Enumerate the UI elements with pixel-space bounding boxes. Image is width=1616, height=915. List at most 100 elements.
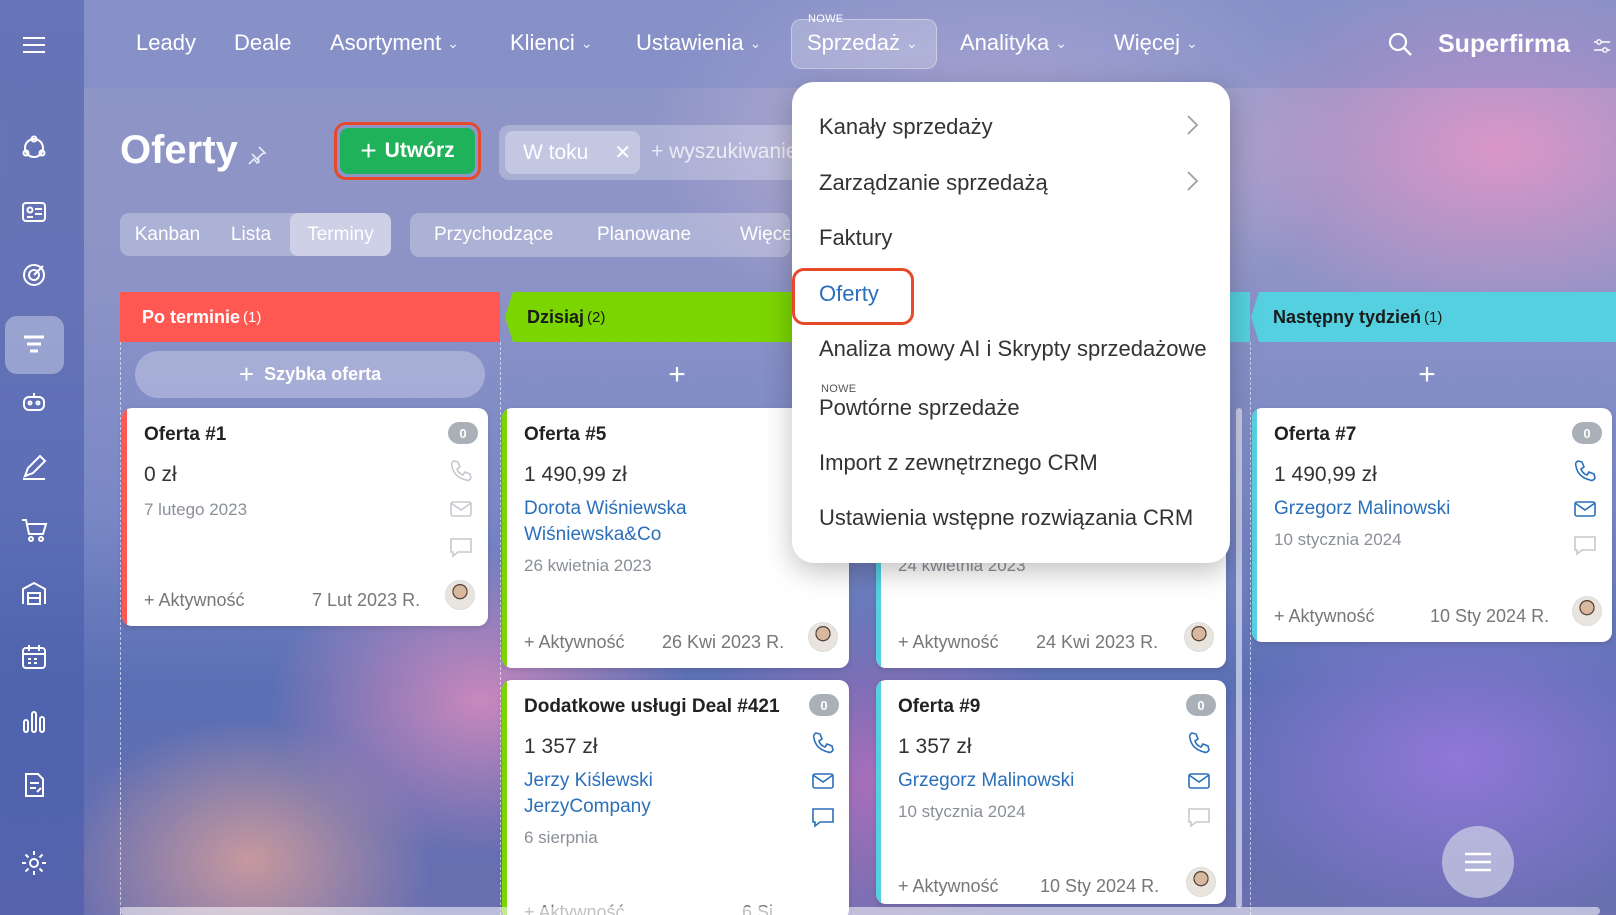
crm-icon[interactable] <box>17 131 51 165</box>
card-title[interactable]: Oferta #9 <box>898 696 980 718</box>
avatar[interactable] <box>1184 622 1214 652</box>
card-company[interactable]: JerzyCompany <box>524 796 651 818</box>
add-activity-link[interactable]: + Aktywność <box>898 876 999 897</box>
chat-icon[interactable] <box>448 534 474 560</box>
phone-icon[interactable] <box>1186 730 1212 756</box>
search-icon[interactable] <box>1387 31 1413 57</box>
card-company[interactable]: Wiśniewska&Co <box>524 524 661 546</box>
avatar[interactable] <box>1186 867 1216 897</box>
cart-icon[interactable] <box>17 513 51 547</box>
card-deadline[interactable]: 24 Kwi 2023 R. <box>1036 632 1158 653</box>
robot-icon[interactable] <box>17 385 51 419</box>
quick-offer-button[interactable]: + Szybka oferta <box>135 351 485 398</box>
tab-planowane[interactable]: Planowane <box>597 213 691 257</box>
nav-item-analityka[interactable]: Analityka ⌄ <box>960 30 1067 56</box>
search-input[interactable]: + wyszukiwanie <box>651 140 797 164</box>
card-title[interactable]: Oferta #5 <box>524 424 606 446</box>
brand-name[interactable]: Superfirma <box>1438 30 1570 59</box>
mail-icon[interactable] <box>810 768 836 794</box>
nav-item-leady[interactable]: Leady <box>136 30 196 56</box>
card-contact[interactable]: Grzegorz Malinowski <box>1274 498 1450 520</box>
card-deadline[interactable]: 10 Sty 2024 R. <box>1040 876 1159 897</box>
card-counter-badge: 0 <box>448 422 478 444</box>
close-icon[interactable]: ✕ <box>614 140 631 165</box>
tab-wiecej[interactable]: Więcej <box>740 213 790 257</box>
mail-icon[interactable] <box>448 496 474 522</box>
chevron-right-icon <box>1187 115 1199 135</box>
plus-icon: + <box>360 135 377 166</box>
menu-item-oferty[interactable]: Oferty <box>819 281 879 307</box>
add-card-today-button[interactable]: + <box>662 358 692 392</box>
sales-dropdown-menu: Kanały sprzedaży Zarządzanie sprzedażą F… <box>792 82 1230 563</box>
menu-item-powtorne-sprzedaze[interactable]: Powtórne sprzedaże <box>819 395 1020 421</box>
card-deadline[interactable]: 10 Sty 2024 R. <box>1430 606 1549 627</box>
deal-card-oferta-9[interactable]: Oferta #9 0 1 357 zł Grzegorz Malinowski… <box>876 680 1226 904</box>
horizontal-scrollbar[interactable] <box>120 907 1600 915</box>
avatar[interactable] <box>1572 596 1602 626</box>
tab-przychodzace[interactable]: Przychodzące <box>434 213 553 257</box>
documents-icon[interactable] <box>17 768 51 802</box>
nav-item-ustawienia[interactable]: Ustawienia ⌄ <box>636 30 761 56</box>
mail-icon[interactable] <box>1572 496 1598 522</box>
card-deadline[interactable]: 7 Lut 2023 R. <box>312 590 420 611</box>
add-card-next-week-button[interactable]: + <box>1412 358 1442 392</box>
chat-icon[interactable] <box>1572 532 1598 558</box>
nav-item-deale[interactable]: Deale <box>234 30 291 56</box>
card-title[interactable]: Dodatkowe usługi Deal #421 <box>524 696 780 718</box>
menu-icon[interactable] <box>17 28 51 62</box>
nav-item-wiecej[interactable]: Więcej ⌄ <box>1114 30 1198 56</box>
goals-icon[interactable] <box>17 258 51 292</box>
nav-item-asortyment[interactable]: Asortyment ⌄ <box>330 30 459 56</box>
avatar[interactable] <box>808 622 838 652</box>
card-title[interactable]: Oferta #1 <box>144 424 226 446</box>
card-deadline[interactable]: 26 Kwi 2023 R. <box>662 632 784 653</box>
avatar[interactable] <box>445 580 475 610</box>
calendar-icon[interactable] <box>17 640 51 674</box>
tab-lista[interactable]: Lista <box>215 213 287 256</box>
chat-icon[interactable] <box>1186 804 1212 830</box>
add-activity-link[interactable]: + Aktywność <box>524 632 625 653</box>
menu-item-ustawienia-crm[interactable]: Ustawienia wstępne rozwiązania CRM <box>819 505 1193 531</box>
add-activity-link[interactable]: + Aktywność <box>144 590 245 611</box>
brand-settings-icon[interactable] <box>1592 38 1612 54</box>
card-contact[interactable]: Jerzy Kiślewski <box>524 770 653 792</box>
vertical-scrollbar[interactable] <box>1236 408 1242 908</box>
menu-item-faktury[interactable]: Faktury <box>819 225 892 251</box>
card-title[interactable]: Oferta #7 <box>1274 424 1356 446</box>
deal-card-deal-421[interactable]: Dodatkowe usługi Deal #421 0 1 357 zł Je… <box>502 680 849 915</box>
card-contact[interactable]: Dorota Wiśniewska <box>524 498 687 520</box>
menu-item-kanaly-sprzedazy[interactable]: Kanały sprzedaży <box>819 114 993 140</box>
nav-item-klienci[interactable]: Klienci ⌄ <box>510 30 593 56</box>
deal-card-oferta-7[interactable]: Oferta #7 0 1 490,99 zł Grzegorz Malinow… <box>1252 408 1612 642</box>
column-divider <box>1250 342 1251 915</box>
mail-icon[interactable] <box>1186 768 1212 794</box>
tab-kanban[interactable]: Kanban <box>120 213 215 256</box>
contacts-icon[interactable] <box>17 195 51 229</box>
chat-icon[interactable] <box>810 804 836 830</box>
card-sum: 1 490,99 zł <box>1274 463 1377 486</box>
analytics-icon[interactable] <box>17 704 51 738</box>
filter-search-box[interactable]: W toku ✕ + wyszukiwanie <box>499 125 809 180</box>
menu-item-import-crm[interactable]: Import z zewnętrznego CRM <box>819 450 1098 476</box>
warehouse-icon[interactable] <box>17 576 51 610</box>
filter-chip[interactable]: W toku ✕ <box>505 131 640 174</box>
create-button[interactable]: + Utwórz <box>340 128 475 174</box>
sales-funnel-icon[interactable] <box>17 327 51 361</box>
deal-card-oferta-1[interactable]: Oferta #1 0 0 zł 7 lutego 2023 + Aktywno… <box>122 408 488 626</box>
add-activity-link[interactable]: + Aktywność <box>898 632 999 653</box>
card-contact[interactable]: Grzegorz Malinowski <box>898 770 1074 792</box>
pin-icon[interactable] <box>246 144 268 166</box>
menu-item-zarzadzanie-sprzedaza[interactable]: Zarządzanie sprzedażą <box>819 170 1048 196</box>
phone-icon[interactable] <box>810 730 836 756</box>
phone-icon[interactable] <box>448 458 474 484</box>
tab-terminy[interactable]: Terminy <box>290 213 391 256</box>
add-activity-link[interactable]: + Aktywność <box>1274 606 1375 627</box>
create-button-highlight: + Utwórz <box>334 122 481 180</box>
settings-icon[interactable] <box>17 846 51 880</box>
phone-icon[interactable] <box>1572 458 1598 484</box>
signature-icon[interactable] <box>17 450 51 484</box>
menu-item-analiza-mowy[interactable]: Analiza mowy AI i Skrypty sprzedażowe <box>819 336 1207 362</box>
column-header-overdue: Po terminie (1) <box>120 292 500 342</box>
nav-item-sprzedaz[interactable]: Sprzedaż ⌄ <box>807 30 918 56</box>
floating-menu-button[interactable] <box>1442 826 1514 898</box>
